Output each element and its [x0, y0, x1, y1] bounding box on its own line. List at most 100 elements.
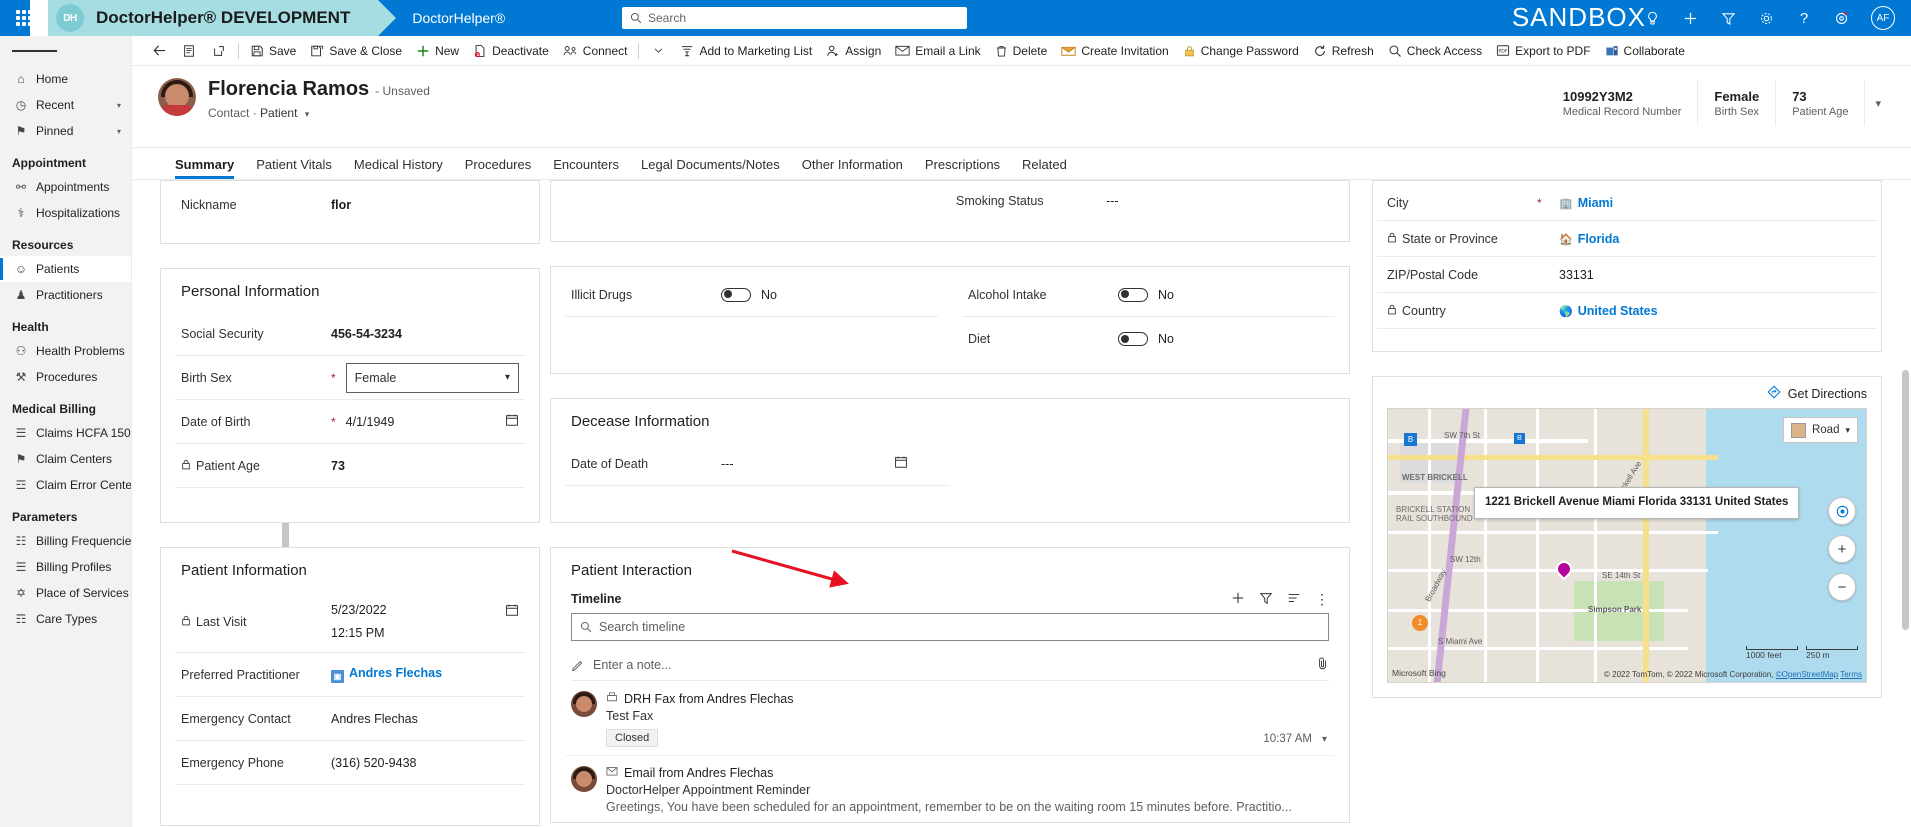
sidebar-item-appointments[interactable]: ⚯ Appointments [0, 174, 131, 200]
sidebar-item-care-types[interactable]: ☶ Care Types [0, 606, 131, 632]
global-search-input[interactable]: Search [622, 7, 967, 29]
assistant-icon[interactable] [1833, 10, 1851, 26]
openstreetmap-link[interactable]: ©OpenStreetMap [1776, 670, 1838, 679]
create-invitation-button[interactable]: Create Invitation [1054, 36, 1175, 66]
refresh-button[interactable]: Refresh [1306, 36, 1381, 66]
sidebar-item-billing-frequencies[interactable]: ☷ Billing Frequencies [0, 528, 131, 554]
sidebar-item-pinned[interactable]: ⚑ Pinned ▾ [0, 118, 131, 144]
preferred-practitioner-link[interactable]: ▣ Andres Flechas [331, 666, 519, 683]
app-name[interactable]: DoctorHelper® [412, 10, 505, 26]
tab-related[interactable]: Related [1011, 157, 1078, 179]
tab-other-information[interactable]: Other Information [791, 157, 914, 179]
save-and-close-button[interactable]: Save & Close [303, 36, 409, 66]
map-locate-button[interactable] [1828, 497, 1856, 525]
map-zoom-in-button[interactable]: + [1828, 535, 1856, 563]
chevron-down-icon[interactable]: ▾ [117, 101, 121, 110]
sidebar-item-claims-hcfa-1500[interactable]: ☰ Claims HCFA 1500 [0, 420, 131, 446]
patient-avatar[interactable] [158, 78, 196, 116]
sidebar-item-procedures[interactable]: ⚒ Procedures [0, 364, 131, 390]
sidebar-item-hospitalizations[interactable]: ⚕ Hospitalizations [0, 200, 131, 226]
diet-toggle[interactable] [1118, 332, 1148, 346]
sidebar-item-patients[interactable]: ☺ Patients [0, 256, 131, 282]
sidebar-item-billing-profiles[interactable]: ☰ Billing Profiles [0, 554, 131, 580]
chevron-down-icon[interactable]: ▾ [1322, 734, 1327, 745]
timeline-item[interactable]: Email from Andres Flechas DoctorHelper A… [565, 756, 1335, 822]
form-chevron-down-icon[interactable]: ▾ [305, 109, 310, 119]
tab-medical-history[interactable]: Medical History [343, 157, 454, 179]
sidebar-item-practitioners[interactable]: ♟ Practitioners [0, 282, 131, 308]
calendar-icon[interactable] [497, 413, 519, 430]
filter-icon[interactable] [1719, 11, 1737, 26]
alcohol-intake-toggle[interactable] [1118, 287, 1148, 302]
state-link[interactable]: 🏠 Florida [1559, 232, 1867, 246]
city-link[interactable]: 🏢 Miami [1559, 196, 1867, 210]
plus-icon[interactable] [1681, 11, 1699, 26]
timeline-add-icon[interactable] [1231, 591, 1245, 607]
back-button[interactable] [144, 36, 174, 66]
deactivate-button[interactable]: Deactivate [466, 36, 556, 66]
check-access-button[interactable]: Check Access [1381, 36, 1489, 66]
bing-map[interactable]: SW 7th St WEST BRICKELL BRICKELL STATION… [1387, 408, 1867, 683]
tab-encounters[interactable]: Encounters [542, 157, 630, 179]
tab-patient-vitals[interactable]: Patient Vitals [245, 157, 343, 179]
sidebar-item-place-of-services[interactable]: ✡ Place of Services [0, 580, 131, 606]
sidebar-item-health-problems[interactable]: ⚇ Health Problems [0, 338, 131, 364]
attachment-icon[interactable] [1316, 656, 1329, 673]
new-button[interactable]: New [409, 36, 466, 66]
tab-legal-documents-notes[interactable]: Legal Documents/Notes [630, 157, 791, 179]
page-scrollbar[interactable] [1902, 370, 1909, 630]
timeline-more-icon[interactable]: ⋮ [1315, 592, 1329, 606]
gear-icon[interactable] [1757, 11, 1775, 26]
field-value[interactable]: 33131 [1559, 268, 1867, 282]
popout-button[interactable] [204, 36, 234, 66]
illicit-drugs-toggle[interactable] [721, 287, 751, 302]
connect-dropdown-button[interactable] [643, 36, 673, 66]
email-a-link-button[interactable]: Email a Link [888, 36, 987, 66]
save-button[interactable]: Save [243, 36, 303, 66]
delete-button[interactable]: Delete [988, 36, 1055, 66]
tab-summary[interactable]: Summary [164, 157, 245, 179]
header-expand-chevron-down-icon[interactable]: ▾ [1865, 80, 1881, 126]
field-value[interactable]: (316) 520-9438 [331, 756, 519, 770]
field-value[interactable]: --- [1106, 194, 1329, 208]
lightbulb-icon[interactable] [1643, 11, 1661, 26]
change-password-button[interactable]: Change Password [1176, 36, 1306, 66]
assign-button[interactable]: Assign [819, 36, 888, 66]
field-value[interactable]: --- [721, 457, 886, 471]
field-value[interactable]: 456-54-3234 [331, 327, 519, 341]
timeline-search-input[interactable]: Search timeline [571, 613, 1329, 641]
field-value[interactable]: 4/1/1949 [346, 415, 497, 429]
add-to-marketing-list-button[interactable]: Add to Marketing List [673, 36, 819, 66]
birth-sex-select[interactable]: Female ▾ [345, 362, 519, 393]
timeline-note-input[interactable]: Enter a note... [571, 649, 1329, 681]
field-city: City * 🏢 Miami [1377, 185, 1877, 221]
get-directions-button[interactable]: Get Directions [1373, 377, 1881, 408]
field-value[interactable]: Andres Flechas [331, 712, 519, 726]
field-value[interactable]: flor [331, 198, 519, 212]
map-terms-link[interactable]: Terms [1840, 670, 1862, 679]
refresh-icon [1313, 44, 1327, 58]
timeline-sort-icon[interactable] [1287, 591, 1301, 607]
tab-procedures[interactable]: Procedures [454, 157, 542, 179]
timeline-filter-icon[interactable] [1259, 591, 1273, 607]
help-icon[interactable]: ? [1795, 11, 1813, 26]
form-selector-button[interactable] [174, 36, 204, 66]
calendar-icon[interactable] [497, 603, 519, 620]
chevron-down-icon[interactable]: ▾ [117, 127, 121, 136]
sidebar-item-label: Billing Frequencies [36, 534, 132, 548]
map-view-mode-select[interactable]: Road ▾ [1782, 417, 1858, 443]
export-to-pdf-button[interactable]: PDF Export to PDF [1489, 36, 1597, 66]
calendar-icon[interactable] [886, 455, 944, 472]
sidebar-item-recent[interactable]: ◷ Recent ▾ [0, 92, 131, 118]
country-link[interactable]: 🌎 United States [1559, 304, 1867, 318]
sidebar-toggle-button[interactable] [0, 36, 131, 66]
sidebar-item-claim-centers[interactable]: ⚑ Claim Centers [0, 446, 131, 472]
collaborate-button[interactable]: Collaborate [1598, 36, 1692, 66]
sidebar-item-claim-error-center[interactable]: ☲ Claim Error Center [0, 472, 131, 498]
sidebar-item-home[interactable]: ⌂ Home [0, 66, 131, 92]
map-zoom-out-button[interactable]: − [1828, 573, 1856, 601]
connect-button[interactable]: Connect [556, 36, 635, 66]
tab-prescriptions[interactable]: Prescriptions [914, 157, 1011, 179]
user-avatar[interactable]: AF [1871, 6, 1895, 30]
timeline-item[interactable]: DRH Fax from Andres Flechas Test Fax Clo… [565, 681, 1335, 756]
